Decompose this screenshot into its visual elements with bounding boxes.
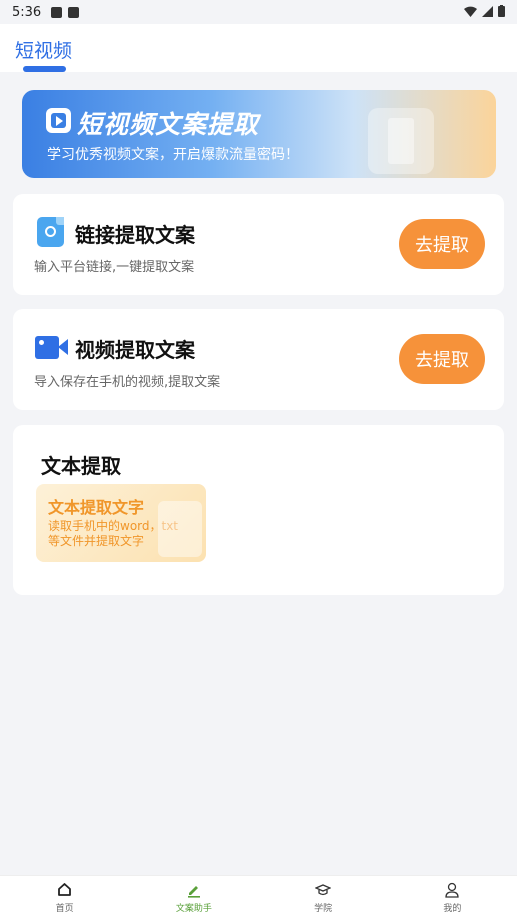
card-subtitle: 输入平台链接,一键提取文案: [34, 260, 195, 275]
nav-home[interactable]: 首页: [0, 876, 129, 919]
section-title: 文本提取: [41, 454, 121, 478]
user-icon: [444, 882, 460, 898]
video-camera-icon: [35, 336, 68, 359]
text-extract-card: 文本提取 文本提取文字 读取手机中的word，txt等文件并提取文字: [13, 425, 504, 595]
home-icon: [57, 882, 73, 898]
tab-indicator: [23, 66, 66, 72]
banner-title: 短视频文案提取: [77, 110, 260, 139]
nav-copy-assistant[interactable]: 文案助手: [129, 876, 258, 919]
notification-icon: [51, 6, 63, 18]
signal-icon: [482, 5, 493, 17]
app-notification-icon: [68, 6, 80, 18]
play-icon: [46, 108, 71, 133]
bottom-nav: 首页 文案助手 学院 我的: [0, 875, 517, 919]
tile-title: 文本提取文字: [48, 498, 145, 517]
nav-mine[interactable]: 我的: [388, 876, 517, 919]
status-icons: [464, 5, 505, 17]
nav-label: 文案助手: [175, 903, 212, 914]
status-bar: 5:36: [0, 0, 517, 24]
top-tab-bar: 短视频: [0, 24, 517, 72]
banner[interactable]: 短视频文案提取 学习优秀视频文案，开启爆款流量密码！: [22, 90, 496, 178]
document-icon: [158, 501, 202, 557]
banner-subtitle: 学习优秀视频文案，开启爆款流量密码！: [47, 147, 299, 163]
card-title: 链接提取文案: [75, 223, 195, 247]
video-extract-button[interactable]: 去提取: [399, 334, 485, 384]
video-extract-card: 视频提取文案 导入保存在手机的视频,提取文案 去提取: [13, 309, 504, 410]
nav-label: 我的: [443, 903, 462, 914]
text-extract-tile[interactable]: 文本提取文字 读取手机中的word，txt等文件并提取文字: [36, 484, 206, 562]
pen-icon: [186, 882, 202, 898]
nav-label: 首页: [55, 903, 74, 914]
card-title: 视频提取文案: [75, 338, 195, 362]
nav-academy[interactable]: 学院: [259, 876, 388, 919]
nav-label: 学院: [314, 903, 333, 914]
link-icon: [37, 217, 64, 247]
graduation-cap-icon: [315, 882, 332, 898]
status-time: 5:36: [12, 4, 42, 20]
battery-icon: [498, 5, 505, 17]
film-strip-icon: [368, 108, 434, 174]
card-subtitle: 导入保存在手机的视频,提取文案: [34, 375, 221, 390]
wifi-icon: [464, 6, 477, 17]
tab-short-video[interactable]: 短视频: [15, 36, 72, 63]
link-extract-button[interactable]: 去提取: [399, 219, 485, 269]
link-extract-card: 链接提取文案 输入平台链接,一键提取文案 去提取: [13, 194, 504, 295]
